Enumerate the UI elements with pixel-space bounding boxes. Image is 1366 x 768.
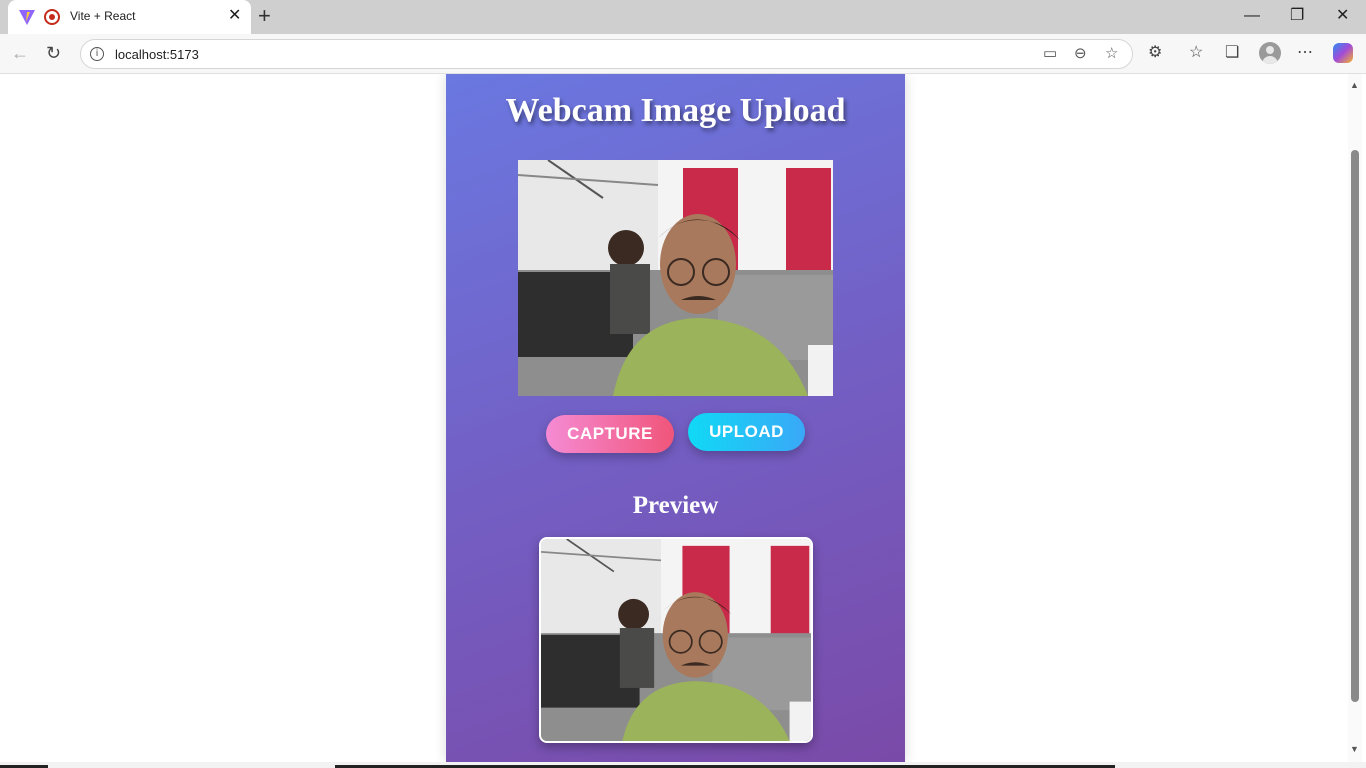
address-input[interactable]: i localhost:5173 ▭ ⊖ ☆ xyxy=(80,39,1133,69)
app-container: Webcam Image Upload CAPTURE UPLOAD Previ… xyxy=(446,74,905,762)
new-tab-icon[interactable]: + xyxy=(258,4,271,28)
reload-icon[interactable]: ↻ xyxy=(46,43,61,63)
scroll-down-icon[interactable]: ▼ xyxy=(1350,744,1359,754)
tab-active[interactable]: Vite + React ✕ xyxy=(8,0,251,34)
zoom-out-icon[interactable]: ⊖ xyxy=(1074,45,1087,63)
window-close-icon[interactable]: ✕ xyxy=(1336,6,1349,26)
tab-title: Vite + React xyxy=(70,9,136,23)
copilot-icon[interactable] xyxy=(1333,43,1353,63)
extensions-icon[interactable]: ⚙ xyxy=(1148,44,1162,62)
vertical-scrollbar[interactable]: ▲ ▼ xyxy=(1348,74,1362,762)
webcam-feed xyxy=(518,160,833,396)
page-viewport: Webcam Image Upload CAPTURE UPLOAD Previ… xyxy=(4,74,1348,762)
tab-strip: Vite + React ✕ + — ❐ ✕ xyxy=(0,0,1366,34)
url-text[interactable]: localhost:5173 xyxy=(115,47,199,62)
recording-icon xyxy=(44,9,60,25)
back-icon[interactable]: ← xyxy=(11,43,29,63)
camera-icon[interactable]: ▭ xyxy=(1043,45,1057,63)
upload-button[interactable]: UPLOAD xyxy=(688,413,805,451)
profile-icon[interactable] xyxy=(1259,42,1281,64)
minimize-icon[interactable]: — xyxy=(1244,6,1260,26)
site-info-icon[interactable]: i xyxy=(90,47,104,61)
favorites-icon[interactable]: ☆ xyxy=(1189,44,1203,62)
taskbar-edge xyxy=(0,762,1366,768)
maximize-icon[interactable]: ❐ xyxy=(1290,6,1304,26)
page-title: Webcam Image Upload xyxy=(505,92,846,129)
address-toolbar: ← ↻ i localhost:5173 ▭ ⊖ ☆ ⚙ ☆ ❏ ⋯ xyxy=(0,34,1366,74)
vite-logo-icon xyxy=(19,10,35,25)
preview-heading: Preview xyxy=(632,492,719,519)
more-icon[interactable]: ⋯ xyxy=(1297,44,1313,62)
preview-image xyxy=(539,537,813,743)
close-icon[interactable]: ✕ xyxy=(228,7,241,25)
scroll-up-icon[interactable]: ▲ xyxy=(1350,80,1359,90)
star-icon[interactable]: ☆ xyxy=(1105,45,1118,63)
preview-frame xyxy=(541,539,811,741)
webcam-frame xyxy=(518,160,833,396)
capture-button[interactable]: CAPTURE xyxy=(546,415,674,453)
collections-icon[interactable]: ❏ xyxy=(1225,44,1239,62)
scrollbar-thumb[interactable] xyxy=(1351,150,1359,702)
